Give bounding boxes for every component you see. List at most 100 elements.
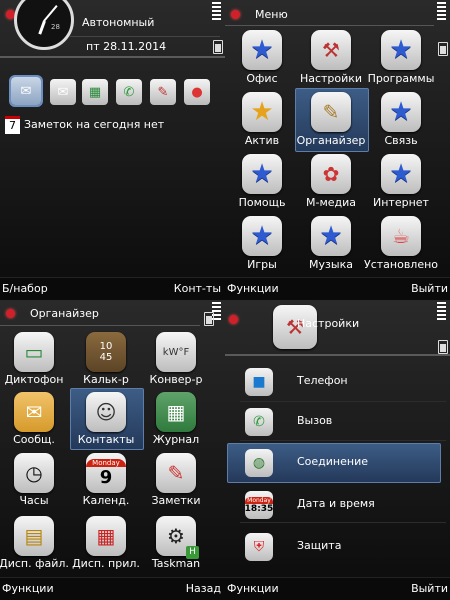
menu-item-office-icon[interactable]: ★ <box>242 30 282 70</box>
windows-phone-icon: ■ <box>245 368 273 396</box>
log-icon[interactable]: ▦ <box>156 392 196 432</box>
screen-grid: 28 Автономный пт 28.11.2014 ✉ ✉ ▦ ✆ ✎ ● … <box>0 0 450 600</box>
settings-item-phone[interactable]: ■ Телефон <box>225 363 450 399</box>
menu-item-label: Офис <box>246 72 278 85</box>
converter-icon[interactable]: kW°F <box>156 332 196 372</box>
menu-item-games-icon[interactable]: ★ <box>242 216 282 256</box>
datetime-time: 18:35 <box>244 503 274 514</box>
organizer-item-label: Конвер-р <box>149 373 203 386</box>
organizer-item-label: Диктофон <box>4 373 64 386</box>
settings-screen: ⚒ Настройки ■ Телефон ✆ Вызов ◍ Соединен… <box>225 300 450 600</box>
datetime-icon: Monday 18:35 <box>245 491 273 519</box>
menu-item-music-icon[interactable]: ★ <box>311 216 351 256</box>
right-softkey[interactable]: Назад <box>186 582 221 595</box>
profile-name[interactable]: Автономный <box>82 16 154 29</box>
calendar-icon: 7 <box>5 116 20 134</box>
softkey-bar: Б/набор Конт-ты <box>0 277 225 300</box>
settings-item-security[interactable]: ⛨ Защита <box>225 528 450 564</box>
call-icon: ✆ <box>245 408 273 436</box>
shield-icon: ⛨ <box>245 533 273 561</box>
menu-item-label: М-медиа <box>305 196 357 209</box>
page-title: Органайзер <box>30 307 99 320</box>
settings-item-label: Защита <box>297 539 342 552</box>
battery-icon <box>438 42 448 56</box>
menu-item-label: Помощь <box>238 196 286 209</box>
calendar-month: Monday <box>86 458 126 467</box>
shortcut-log-icon[interactable]: ▦ <box>82 79 108 105</box>
calculator-icon[interactable]: 10 45 <box>86 332 126 372</box>
message-icon[interactable]: ✉ <box>14 392 54 432</box>
menu-item-label: Органайзер <box>296 134 366 147</box>
shortcut-apps-icon[interactable]: ✎ <box>150 79 176 105</box>
clock-icon[interactable]: ◷ <box>14 453 54 493</box>
clock-day: 28 <box>51 23 60 31</box>
taskman-icon[interactable]: ⚙ H <box>156 516 199 559</box>
shortcut-call-icon[interactable]: ✆ <box>116 79 142 105</box>
settings-item-datetime[interactable]: Monday 18:35 Дата и время <box>225 486 450 522</box>
right-softkey[interactable]: Конт-ты <box>174 282 221 295</box>
app-manager-icon[interactable]: ▦ <box>86 516 126 556</box>
status-dot-icon <box>231 10 240 19</box>
right-softkey[interactable]: Выйти <box>411 282 448 295</box>
datetime-month: Monday <box>245 496 273 504</box>
menu-item-programs-icon[interactable]: ★ <box>381 30 421 70</box>
signal-icon <box>437 302 446 322</box>
organizer-item-label: Кальк-р <box>83 373 129 386</box>
shortcut-contacts-icon[interactable]: ✉ <box>9 75 43 107</box>
left-softkey[interactable]: Функции <box>227 582 279 595</box>
analog-clock: 28 <box>14 0 74 50</box>
menu-item-connectivity-icon[interactable]: ★ <box>381 92 421 132</box>
date-text: пт 28.11.2014 <box>86 40 167 53</box>
left-softkey[interactable]: Функции <box>227 282 279 295</box>
settings-item-label: Вызов <box>297 414 333 427</box>
recorder-icon[interactable]: ▭ <box>14 332 54 372</box>
settings-item-label: Соединение <box>297 455 369 468</box>
divider <box>240 401 446 402</box>
organizer-item-label: Taskman <box>151 557 201 570</box>
menu-item-label: Актив <box>244 134 280 147</box>
menu-item-installed-icon[interactable]: ☕ <box>381 216 421 256</box>
menu-item-label: Настройки <box>299 72 363 85</box>
contacts-icon[interactable]: ☺ <box>86 392 126 432</box>
settings-item-connection[interactable]: ◍ Соединение <box>225 444 450 480</box>
menu-item-label: Установлено <box>364 258 439 271</box>
right-softkey[interactable]: Выйти <box>411 582 448 595</box>
menu-item-media-icon[interactable]: ✿ <box>311 154 351 194</box>
organizer-item-label: Часы <box>19 494 49 507</box>
softkey-bar: Функции Выйти <box>225 577 450 600</box>
standby-screen: 28 Автономный пт 28.11.2014 ✉ ✉ ▦ ✆ ✎ ● … <box>0 0 225 300</box>
menu-item-settings-icon[interactable]: ⚒ <box>311 30 351 70</box>
notes-icon[interactable]: ✎ <box>156 453 196 493</box>
file-manager-icon[interactable]: ▤ <box>14 516 54 556</box>
menu-item-label: Музыка <box>309 258 353 271</box>
battery-icon <box>213 40 223 54</box>
menu-item-internet-icon[interactable]: ★ <box>381 154 421 194</box>
menu-item-active-icon[interactable]: ★ <box>242 92 282 132</box>
organizer-screen: Органайзер ▭ Диктофон 10 45 Кальк-р kW°F … <box>0 300 225 600</box>
menu-item-label: Интернет <box>373 196 429 209</box>
divider <box>225 25 434 26</box>
menu-item-label: Игры <box>247 258 277 271</box>
status-dot-icon <box>229 315 238 324</box>
menu-item-organizer-icon[interactable]: ✎ <box>311 92 351 132</box>
menu-item-help-icon[interactable]: ★ <box>242 154 282 194</box>
notes-status[interactable]: Заметок на сегодня нет <box>24 118 164 131</box>
page-title: Меню <box>255 8 288 21</box>
menu-item-label: Связь <box>384 134 418 147</box>
divider <box>240 440 446 441</box>
left-softkey[interactable]: Функции <box>2 582 54 595</box>
left-softkey[interactable]: Б/набор <box>2 282 48 295</box>
battery-icon <box>438 340 448 354</box>
organizer-item-label: Сообщ. <box>13 433 55 446</box>
battery-icon <box>204 312 214 326</box>
menu-screen: Меню ★ Офис ⚒ Настройки ★ Программы ★ Ак… <box>225 0 450 300</box>
calendar-icon[interactable]: Monday 9 <box>86 453 126 493</box>
settings-item-call[interactable]: ✆ Вызов <box>225 403 450 439</box>
settings-item-label: Дата и время <box>297 497 375 510</box>
status-dot-icon <box>6 309 15 318</box>
clock-minute-hand <box>43 5 58 22</box>
shortcut-browser-icon[interactable]: ● <box>184 79 210 105</box>
organizer-item-label: Заметки <box>151 494 201 507</box>
shortcut-message-icon[interactable]: ✉ <box>50 79 76 105</box>
calendar-day: 9 <box>99 466 113 488</box>
